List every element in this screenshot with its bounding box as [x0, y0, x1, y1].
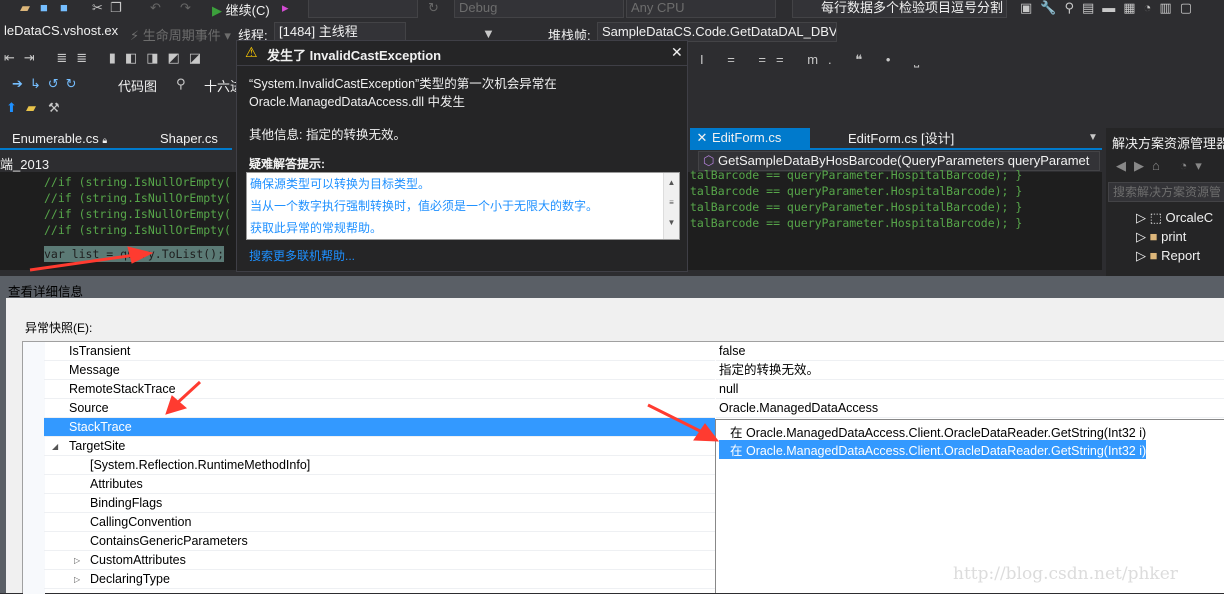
watermark: http://blog.csdn.net/phker [953, 564, 1178, 584]
arrowhead [693, 423, 720, 442]
annotation-arrows [29, 246, 720, 442]
arrow-to-value [647, 403, 703, 434]
arrow-to-code [29, 253, 136, 272]
arrowhead [127, 246, 154, 264]
